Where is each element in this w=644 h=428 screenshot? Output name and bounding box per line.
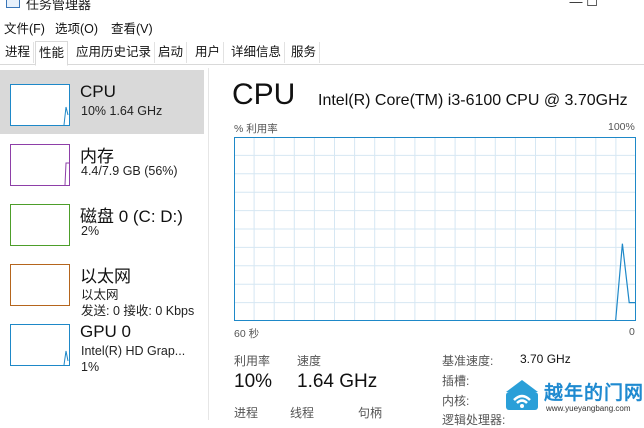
speed-value: 1.64 GHz xyxy=(297,371,378,392)
utilization-label: 利用率 xyxy=(234,354,271,368)
sidebar-item-detail: 2% xyxy=(81,224,100,238)
sidebar-item-detail: 4.4/7.9 GB (56%) xyxy=(81,164,178,178)
app-icon xyxy=(6,0,20,8)
sidebar-item-disk[interactable]: 磁盘 0 (C: D:) 2% xyxy=(0,190,204,254)
tab-details[interactable]: 详细信息 xyxy=(228,42,286,63)
sidebar-item-detail: 10% 1.64 GHz xyxy=(81,104,163,118)
menu-options[interactable]: 选项(O) xyxy=(55,18,98,37)
sidebar-item-memory[interactable]: 内存 4.4/7.9 GB (56%) xyxy=(0,130,204,194)
cpu-mini-graph xyxy=(10,84,70,126)
disk-mini-graph xyxy=(10,204,70,246)
sidebar-item-title: CPU xyxy=(80,82,116,101)
cores-label: 内核: xyxy=(442,394,470,408)
utilization-value: 10% xyxy=(234,371,273,392)
tab-users[interactable]: 用户 xyxy=(192,42,225,63)
processes-label: 进程 xyxy=(234,406,259,420)
sidebar-item-ethernet[interactable]: 以太网 以太网 发送: 0 接收: 0 Kbps xyxy=(0,250,204,318)
speed-label: 速度 xyxy=(297,354,322,368)
graph-y-axis-label: % 利用率 xyxy=(234,123,278,135)
window-title: 任务管理器 xyxy=(26,0,92,12)
sidebar-item-gpu[interactable]: GPU 0 Intel(R) HD Grap... 1% xyxy=(0,310,204,374)
gpu-mini-graph xyxy=(10,324,70,366)
menu-view[interactable]: 查看(V) xyxy=(111,18,153,37)
sidebar-item-usage: 1% xyxy=(81,360,100,374)
wifi-house-logo-icon xyxy=(504,378,540,412)
graph-x-right-label: 0 xyxy=(629,326,635,338)
base-speed-value: 3.70 GHz xyxy=(520,352,571,366)
sidebar-item-detail: Intel(R) HD Grap... xyxy=(81,344,186,358)
sidebar-item-cpu[interactable]: CPU 10% 1.64 GHz xyxy=(0,70,204,134)
tab-bar: 进程 性能 应用历史记录 启动 用户 详细信息 服务 xyxy=(0,41,644,66)
graph-y-max-label: 100% xyxy=(608,121,635,133)
menu-file[interactable]: 文件(F) xyxy=(4,18,45,37)
resource-sidebar: CPU 10% 1.64 GHz 内存 4.4/7.9 GB (56%) 磁盘 … xyxy=(0,68,209,420)
title-bar: 任务管理器 — ☐ xyxy=(0,0,644,14)
tab-services[interactable]: 服务 xyxy=(288,42,321,63)
handles-label: 句柄 xyxy=(358,406,383,420)
graph-x-left-label: 60 秒 xyxy=(234,328,260,340)
threads-label: 线程 xyxy=(290,406,315,420)
page-title: CPU xyxy=(232,78,296,111)
maximize-button[interactable]: ☐ xyxy=(582,0,602,10)
tab-app-history[interactable]: 应用历史记录 xyxy=(73,42,156,63)
tab-processes[interactable]: 进程 xyxy=(2,42,35,63)
watermark: 越年的门网 www.yueyangbang.com xyxy=(500,374,644,418)
menu-bar: 文件(F) 选项(O) 查看(V) xyxy=(0,16,644,38)
watermark-url: www.yueyangbang.com xyxy=(546,404,631,413)
tab-performance[interactable]: 性能 xyxy=(35,41,69,66)
cpu-utilization-graph xyxy=(234,137,636,321)
tab-startup[interactable]: 启动 xyxy=(155,42,188,63)
base-speed-label: 基准速度: xyxy=(442,354,494,368)
ethernet-mini-graph xyxy=(10,264,70,306)
sockets-label: 插槽: xyxy=(442,374,470,388)
sidebar-item-title: GPU 0 xyxy=(80,322,132,341)
cpu-model-name: Intel(R) Core(TM) i3-6100 CPU @ 3.70GHz xyxy=(318,92,628,109)
watermark-text: 越年的门网 xyxy=(544,383,644,404)
memory-mini-graph xyxy=(10,144,70,186)
